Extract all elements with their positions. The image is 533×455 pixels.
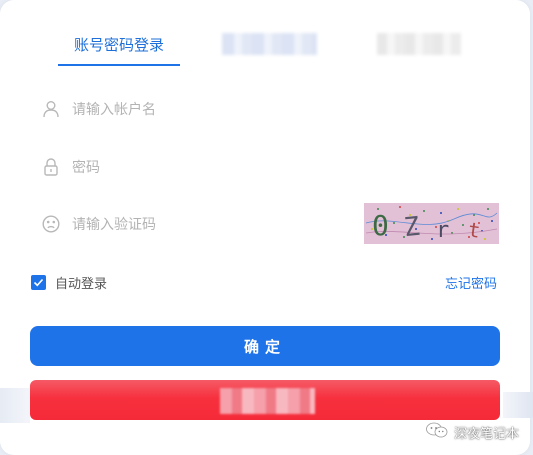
captcha-placeholder: 请输入验证码 bbox=[72, 217, 156, 233]
wechat-icon bbox=[426, 422, 448, 442]
captcha-char: t bbox=[467, 217, 482, 242]
tab-account-password[interactable]: 账号密码登录 bbox=[58, 34, 180, 66]
captcha-image[interactable]: 0 Z r t bbox=[364, 203, 499, 244]
auto-login-label[interactable]: 自动登录 bbox=[55, 273, 107, 292]
lock-icon bbox=[40, 156, 62, 178]
user-icon bbox=[40, 98, 62, 120]
login-card: 账号密码登录 请输入帐户名 密码 请输入验证码 0 Z r t 自动登录 忘记密… bbox=[0, 0, 530, 455]
checkmark-icon bbox=[33, 278, 44, 287]
tab-label: 账号密码登录 bbox=[73, 36, 164, 54]
tab-blurred-2[interactable] bbox=[222, 33, 317, 55]
username-field[interactable]: 请输入帐户名 bbox=[30, 89, 500, 129]
captcha-field[interactable]: 请输入验证码 bbox=[30, 204, 350, 244]
auto-login-checkbox[interactable] bbox=[31, 275, 46, 290]
watermark: 深夜笔记本 bbox=[426, 422, 519, 442]
redacted-edge-left bbox=[0, 388, 30, 423]
face-icon bbox=[40, 213, 62, 235]
captcha-char: Z bbox=[402, 212, 421, 243]
redacted-pixelated bbox=[220, 388, 315, 414]
forgot-password-link[interactable]: 忘记密码 bbox=[445, 273, 497, 292]
username-placeholder: 请输入帐户名 bbox=[72, 102, 156, 118]
submit-button[interactable]: 确定 bbox=[30, 326, 500, 366]
redacted-edge-right bbox=[503, 392, 533, 418]
watermark-text: 深夜笔记本 bbox=[453, 426, 519, 442]
password-placeholder: 密码 bbox=[72, 160, 100, 176]
tab-blurred-3[interactable] bbox=[377, 33, 461, 55]
captcha-char: 0 bbox=[372, 209, 389, 242]
redacted-area bbox=[30, 380, 500, 420]
password-field[interactable]: 密码 bbox=[30, 147, 500, 187]
captcha-char: r bbox=[436, 218, 449, 243]
